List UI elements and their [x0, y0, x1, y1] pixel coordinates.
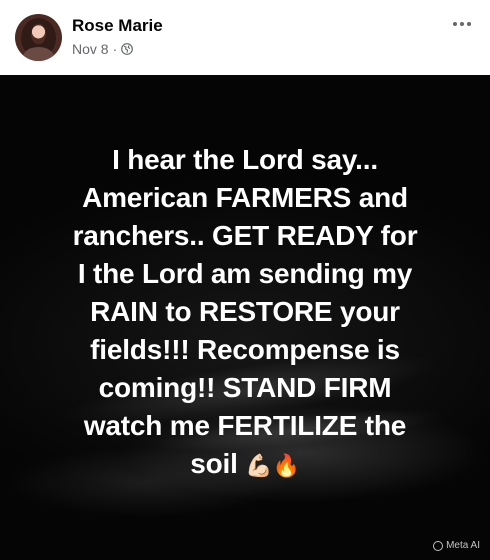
text-line: RAIN to RESTORE your — [90, 296, 400, 327]
post-header: Rose Marie Nov 8 · — [0, 0, 490, 75]
post-date[interactable]: Nov 8 — [72, 41, 109, 57]
text-line-soil: soil — [190, 448, 238, 479]
post-image-text: I hear the Lord say... American FARMERS … — [20, 141, 470, 485]
text-line-last: soil 💪🏻🔥 — [20, 445, 470, 485]
facebook-post: Rose Marie Nov 8 · I hear the Lord say..… — [0, 0, 490, 560]
post-image[interactable]: I hear the Lord say... American FARMERS … — [0, 75, 490, 560]
more-dot — [453, 22, 457, 26]
text-line: American FARMERS and — [82, 182, 408, 213]
text-line: I hear the Lord say... — [112, 144, 378, 175]
avatar[interactable] — [15, 14, 62, 61]
watermark-label: Meta AI — [446, 540, 480, 551]
fire-emoji: 🔥 — [272, 453, 300, 478]
more-dot — [467, 22, 471, 26]
meta-ai-watermark: Meta AI — [433, 540, 480, 551]
flexed-biceps-emoji: 💪🏻 — [245, 453, 273, 478]
text-line: ranchers.. GET READY for — [72, 220, 418, 251]
meta-separator: · — [112, 41, 118, 57]
text-line: fields!!! Recompense is — [90, 334, 400, 365]
text-line: coming!! STAND FIRM — [98, 372, 392, 403]
text-line: watch me FERTILIZE the — [83, 410, 407, 441]
meta-ai-icon — [433, 540, 444, 551]
avatar-shirt — [23, 47, 54, 61]
author-name[interactable]: Rose Marie — [72, 16, 163, 36]
more-dot — [460, 22, 464, 26]
globe-icon[interactable] — [121, 43, 134, 55]
text-line: I the Lord am sending my — [77, 258, 413, 289]
post-meta: Nov 8 · — [72, 41, 134, 57]
more-options-icon[interactable] — [448, 14, 476, 34]
